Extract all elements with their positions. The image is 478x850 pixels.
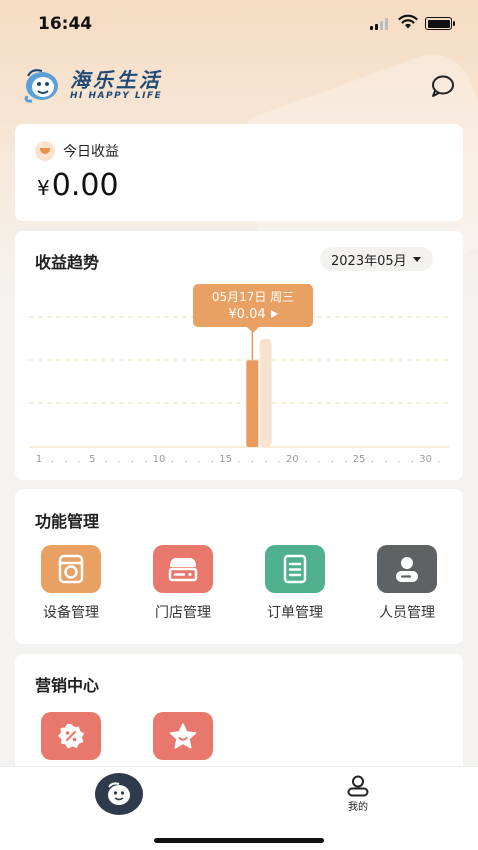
x-tick-dot: . bbox=[131, 454, 134, 465]
device-management-label: 设备管理 bbox=[43, 605, 99, 621]
function-title: 功能管理 bbox=[35, 512, 100, 531]
x-tick-dot: . bbox=[144, 454, 147, 465]
x-tick-dot: . bbox=[384, 454, 387, 465]
income-label: 今日收益 bbox=[63, 144, 119, 160]
x-tick-label: 25 bbox=[353, 454, 366, 465]
income-trend-card: 收益趋势 2023年05月 1... 5.... 10.... 15.... 20...… bbox=[15, 231, 463, 480]
x-tick-dot: . bbox=[317, 454, 320, 465]
tooltip-value: ¥0.04 bbox=[228, 307, 266, 322]
x-tick-label: 5 bbox=[89, 454, 95, 465]
x-tick-dot: . bbox=[304, 454, 307, 465]
order-management-button[interactable]: 订单管理 bbox=[239, 545, 351, 622]
tab-home[interactable] bbox=[95, 773, 143, 815]
washing-machine-icon bbox=[41, 545, 101, 593]
x-tick-dot: . bbox=[197, 454, 200, 465]
income-trend-chart[interactable]: 1... 5.... 10.... 15.... 20.... 25.... 30. bbox=[15, 231, 463, 480]
x-tick-label: 10 bbox=[153, 454, 166, 465]
income-card[interactable]: 今日收益 ¥0.00 bbox=[15, 124, 463, 221]
marketing-center-card: 营销中心 bbox=[15, 654, 463, 784]
staff-management-label: 人员管理 bbox=[379, 605, 435, 621]
x-tick-dot: . bbox=[211, 454, 214, 465]
store-icon bbox=[153, 545, 213, 593]
home-indicator bbox=[154, 838, 324, 843]
discount-button[interactable] bbox=[15, 712, 127, 760]
store-management-label: 门店管理 bbox=[155, 605, 211, 621]
user-profile-icon bbox=[347, 775, 369, 797]
mascot-home-icon bbox=[108, 782, 130, 805]
store-management-button[interactable]: 门店管理 bbox=[127, 545, 239, 622]
chart-bar-ghost bbox=[259, 338, 272, 447]
x-tick-dot: . bbox=[51, 454, 54, 465]
order-list-icon bbox=[265, 545, 325, 593]
tab-me-label: 我的 bbox=[348, 802, 368, 813]
x-tick-label: 15 bbox=[219, 454, 232, 465]
function-management-card: 功能管理 设备管理 门店管理 订单管理 人员管理 bbox=[15, 489, 463, 644]
x-tick-dot: . bbox=[331, 454, 334, 465]
x-tick-dot: . bbox=[437, 454, 440, 465]
x-tick-dot: . bbox=[264, 454, 267, 465]
income-amount: ¥0.00 bbox=[37, 168, 119, 203]
star-badge-icon bbox=[153, 712, 213, 760]
x-tick-dot: . bbox=[277, 454, 280, 465]
x-tick-dot: . bbox=[371, 454, 374, 465]
wifi-icon bbox=[398, 14, 418, 29]
x-tick-dot: . bbox=[397, 454, 400, 465]
brand-name-cn: 海乐生活 bbox=[70, 67, 162, 92]
tab-me[interactable]: 我的 bbox=[333, 775, 383, 813]
status-time: 16:44 bbox=[38, 14, 93, 34]
x-tick-dot: . bbox=[77, 454, 80, 465]
x-tick-dot: . bbox=[64, 454, 67, 465]
bottom-tab-bar: 我的 bbox=[0, 766, 478, 850]
x-tick-label: 30 bbox=[419, 454, 432, 465]
mascot-logo-icon bbox=[24, 69, 58, 103]
points-button[interactable] bbox=[127, 712, 239, 760]
chart-tooltip: 05月17日 周三 ¥0.04 bbox=[193, 284, 313, 333]
brand-logo: 海乐生活 HI HAPPY LIFE bbox=[22, 66, 162, 104]
brand-name-en: HI HAPPY LIFE bbox=[70, 90, 163, 101]
x-tick-label: 20 bbox=[286, 454, 299, 465]
x-tick-label: 1 bbox=[36, 454, 42, 465]
tooltip-date: 05月17日 周三 bbox=[211, 290, 295, 304]
battery-icon bbox=[425, 17, 455, 30]
x-tick-dot: . bbox=[184, 454, 187, 465]
x-tick-dot: . bbox=[104, 454, 107, 465]
play-icon bbox=[270, 310, 278, 318]
currency-symbol: ¥ bbox=[37, 176, 50, 200]
marketing-title: 营销中心 bbox=[35, 676, 100, 695]
x-tick-dot: . bbox=[344, 454, 347, 465]
x-tick-dot: . bbox=[171, 454, 174, 465]
income-value: 0.00 bbox=[51, 168, 119, 203]
staff-management-button[interactable]: 人员管理 bbox=[351, 545, 463, 622]
discount-badge-icon bbox=[41, 712, 101, 760]
chat-bubble-icon[interactable] bbox=[430, 74, 456, 98]
x-tick-dot: . bbox=[237, 454, 240, 465]
person-icon bbox=[377, 545, 437, 593]
x-tick-dot: . bbox=[411, 454, 414, 465]
device-management-button[interactable]: 设备管理 bbox=[15, 545, 127, 622]
chart-bar[interactable] bbox=[246, 360, 259, 447]
signal-icon bbox=[370, 18, 388, 30]
order-management-label: 订单管理 bbox=[267, 605, 323, 621]
x-tick-dot: . bbox=[251, 454, 254, 465]
x-tick-dot: . bbox=[117, 454, 120, 465]
status-bar: 16:44 bbox=[0, 0, 478, 48]
coin-icon bbox=[35, 141, 55, 161]
